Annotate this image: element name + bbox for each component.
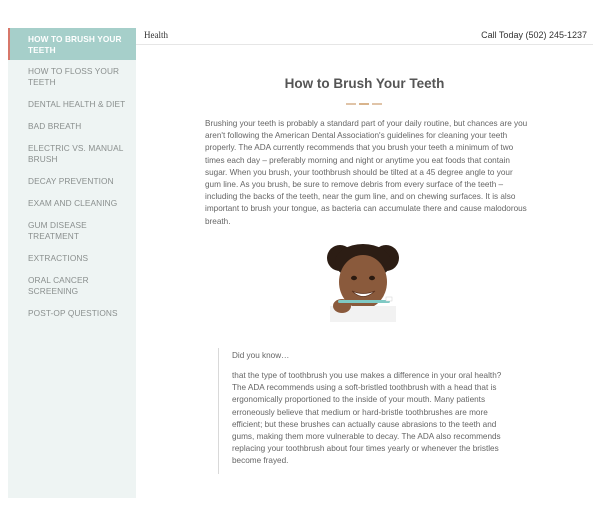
intro-paragraph: Brushing your teeth is probably a standa… xyxy=(205,119,528,226)
did-you-know-callout: Did you know… that the type of toothbrus… xyxy=(218,348,522,474)
callout-title: Did you know… xyxy=(232,351,290,360)
page-title: How to Brush Your Teeth xyxy=(284,76,445,91)
sidebar-nav: HOW TO BRUSH YOUR TEETH HOW TO FLOSS YOU… xyxy=(8,28,136,498)
top-bar: Health Call Today (502) 245-1237 xyxy=(136,28,593,45)
child-brushing-illustration xyxy=(290,242,436,322)
sidebar-item-extractions[interactable]: EXTRACTIONS xyxy=(8,253,136,264)
phone-number[interactable]: Call Today (502) 245-1237 xyxy=(481,30,587,40)
sidebar-item-brush[interactable]: HOW TO BRUSH YOUR TEETH xyxy=(8,28,136,60)
sidebar-item-electric-vs-manual[interactable]: ELECTRIC VS. MANUAL BRUSH xyxy=(8,143,136,165)
sidebar-item-decay[interactable]: DECAY PREVENTION xyxy=(8,176,136,187)
title-divider-mid xyxy=(359,103,369,105)
callout-body: that the type of toothbrush you use make… xyxy=(232,371,502,466)
sidebar-item-diet[interactable]: DENTAL HEALTH & DIET xyxy=(8,99,136,110)
title-divider xyxy=(346,103,356,105)
sidebar-item-floss[interactable]: HOW TO FLOSS YOUR TEETH xyxy=(8,66,136,88)
child-brushing-photo xyxy=(290,242,436,322)
breadcrumb[interactable]: Health xyxy=(144,30,168,40)
sidebar-item-post-op[interactable]: POST-OP QUESTIONS xyxy=(8,308,136,319)
title-divider-end xyxy=(372,103,382,105)
sidebar-item-exam[interactable]: EXAM AND CLEANING xyxy=(8,198,136,209)
sidebar-item-gum-disease[interactable]: GUM DISEASE TREATMENT xyxy=(8,220,136,242)
sidebar-item-bad-breath[interactable]: BAD BREATH xyxy=(8,121,136,132)
sidebar-item-oral-cancer[interactable]: ORAL CANCER SCREENING xyxy=(8,275,136,297)
